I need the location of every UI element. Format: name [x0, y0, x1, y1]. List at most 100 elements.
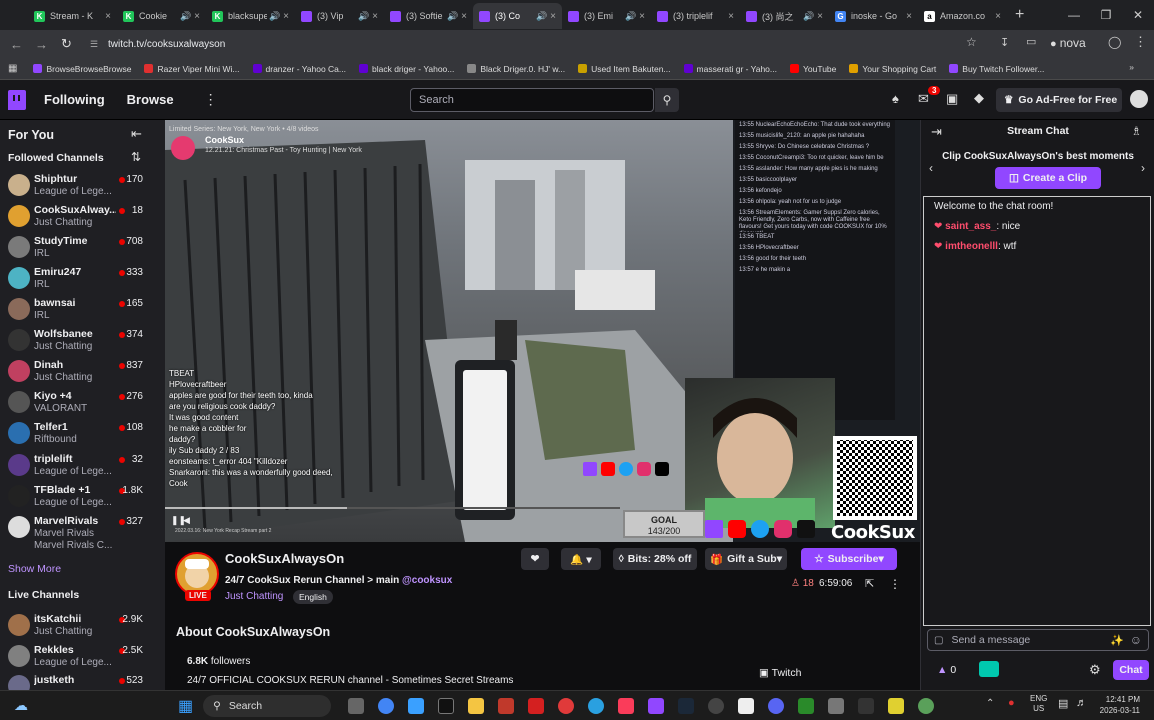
app-white-icon[interactable]: [738, 697, 755, 714]
followed-channel-item[interactable]: StudyTime IRL 708: [0, 232, 165, 263]
share-icon[interactable]: ⇱: [865, 577, 874, 590]
network-icon[interactable]: ▤: [1058, 697, 1068, 710]
subscribe-button[interactable]: ☆ Subscribe ▾: [801, 548, 897, 570]
followed-channel-item[interactable]: triplelift League of Lege... 32: [0, 450, 165, 481]
tab-audio-icon[interactable]: 🔊: [625, 11, 636, 22]
category-link[interactable]: Just Chatting: [225, 591, 283, 602]
followed-channel-item[interactable]: Telfer1 Riftbound 108: [0, 418, 165, 449]
tab-close-icon[interactable]: ×: [906, 11, 912, 22]
followed-channel-item[interactable]: TFBlade +1 League of Lege... 1.8K: [0, 481, 165, 512]
app-red-icon[interactable]: [498, 697, 515, 714]
music-icon[interactable]: [618, 697, 635, 714]
browser-tab[interactable]: (3) Vip 🔊 ×: [295, 3, 384, 29]
tab-audio-icon[interactable]: 🔊: [536, 11, 547, 22]
chat-settings-icon[interactable]: ▢: [934, 635, 943, 646]
app-green2-icon[interactable]: [918, 697, 935, 714]
app-red2-icon[interactable]: [528, 697, 545, 714]
browser-tab[interactable]: a Amazon.co ×: [918, 3, 1007, 29]
profile-button[interactable]: ● nova: [1050, 36, 1086, 50]
followed-channel-item[interactable]: Dinah Just Chatting 837: [0, 356, 165, 387]
epic-icon[interactable]: [438, 697, 455, 714]
sort-icon[interactable]: ⇅: [131, 150, 141, 164]
gift-sub-button[interactable]: 🎁 Gift a Sub ▾: [705, 548, 787, 570]
steam-icon[interactable]: [678, 697, 695, 714]
bookmarks-overflow-icon[interactable]: »: [1129, 62, 1134, 72]
bookmark-item[interactable]: black driger - Yahoo...: [359, 64, 454, 74]
tab-close-icon[interactable]: ×: [995, 11, 1001, 22]
app-dark-icon[interactable]: [858, 697, 875, 714]
followed-channel-item[interactable]: Shiphtur League of Lege... 170: [0, 170, 165, 201]
app-gray2-icon[interactable]: [828, 697, 845, 714]
bookmark-item[interactable]: BrowseBrowseBrowse: [33, 64, 131, 74]
forward-icon[interactable]: →: [29, 37, 54, 52]
more-options-icon[interactable]: ⋮: [204, 91, 218, 108]
gift-bits-icon[interactable]: [979, 661, 999, 677]
start-menu-icon[interactable]: ▦: [178, 696, 193, 716]
volume-icon[interactable]: ♬: [1076, 697, 1087, 709]
back-icon[interactable]: ←: [4, 37, 29, 52]
tray-mic-icon[interactable]: ●: [1008, 697, 1015, 709]
browser-tab[interactable]: K Stream - K ×: [28, 3, 117, 29]
chat-input[interactable]: ▢ Send a message ✨ ☺: [927, 629, 1149, 651]
channel-name[interactable]: CookSuxAlwaysOn: [225, 551, 344, 566]
extensions-icon[interactable]: ▭: [1026, 35, 1036, 48]
nav-following[interactable]: Following: [44, 92, 105, 107]
community-icon[interactable]: ♗: [1131, 124, 1142, 138]
twitch-logo-icon[interactable]: [8, 89, 26, 110]
url-field[interactable]: ☰ twitch.tv/cooksuxalwayson: [88, 33, 968, 55]
prev-arrow-icon[interactable]: ‹: [929, 161, 933, 175]
followed-channel-item[interactable]: Wolfsbanee Just Chatting 374: [0, 325, 165, 356]
task-view-icon[interactable]: [348, 697, 365, 714]
live-channel-item[interactable]: itsKatchii Just Chatting 2.9K: [0, 610, 165, 641]
browser-tab[interactable]: Ginoske - Go ×: [829, 3, 918, 29]
browser-tab[interactable]: K Cookie 🔊 ×: [117, 3, 206, 29]
tab-close-icon[interactable]: ×: [817, 11, 823, 22]
bookmark-item[interactable]: Your Shopping Cart: [849, 64, 936, 74]
bits-button[interactable]: ◊ Bits: 28% off: [613, 548, 697, 570]
whispers-icon[interactable]: ▣: [946, 91, 958, 107]
taskbar-search[interactable]: ⚲ Search: [203, 694, 332, 717]
notifications-bell-icon[interactable]: 🔔 ▾: [561, 548, 601, 570]
ad-free-button[interactable]: ♛ Go Ad-Free for Free: [996, 88, 1122, 112]
new-tab-button[interactable]: +: [1015, 6, 1024, 24]
app-red3-icon[interactable]: [558, 697, 575, 714]
followed-channel-item[interactable]: Emiru247 IRL 333: [0, 263, 165, 294]
tab-close-icon[interactable]: ×: [550, 11, 556, 22]
inbox-icon[interactable]: ✉: [918, 91, 929, 107]
app-green-icon[interactable]: [798, 697, 815, 714]
browser-tab[interactable]: (3) Emi 🔊 ×: [562, 3, 651, 29]
bookmark-item[interactable]: Black Driger.0. HJ' w...: [467, 64, 565, 74]
user-avatar[interactable]: [1130, 90, 1148, 108]
download-icon[interactable]: ↧: [1000, 36, 1009, 49]
bookmark-item[interactable]: dranzer - Yahoo Ca...: [252, 64, 346, 74]
app-gray-icon[interactable]: [708, 697, 725, 714]
apps-grid-icon[interactable]: ▦: [8, 63, 17, 74]
bits-icon[interactable]: ◆: [974, 90, 984, 106]
video-player[interactable]: Limited Series: New York, New York • 4/8…: [165, 120, 920, 542]
collapse-sidebar-icon[interactable]: ⇤: [131, 126, 142, 142]
language-tag[interactable]: English: [293, 590, 333, 604]
browser-tab[interactable]: (3) Co 🔊 ×: [473, 3, 562, 29]
browser-tab[interactable]: Kblacksupe 🔊 ×: [206, 3, 295, 29]
mention-link[interactable]: @cooksux: [402, 575, 452, 586]
twitch-panel-link[interactable]: ▣ Twitch: [759, 667, 801, 679]
followed-channel-item[interactable]: bawnsai IRL 165: [0, 294, 165, 325]
chrome-icon[interactable]: [378, 697, 395, 714]
bookmark-star-icon[interactable]: ☆: [966, 35, 977, 49]
tab-audio-icon[interactable]: 🔊: [447, 11, 458, 22]
vod-progress-bar[interactable]: [165, 507, 620, 509]
close-window-icon[interactable]: ✕: [1122, 8, 1154, 22]
more-actions-icon[interactable]: ⋮: [889, 577, 901, 591]
bookmark-item[interactable]: Used Item Bakuten...: [578, 64, 671, 74]
weather-icon[interactable]: ☁: [14, 697, 28, 714]
followed-channel-item[interactable]: CookSuxAlway... Just Chatting 18: [0, 201, 165, 232]
vod-volume-icon[interactable]: ◀: [183, 515, 190, 526]
browser-tab[interactable]: (3) triplelif ×: [651, 3, 740, 29]
tab-close-icon[interactable]: ×: [372, 11, 378, 22]
discord-icon[interactable]: [768, 697, 785, 714]
next-arrow-icon[interactable]: ›: [1141, 161, 1145, 175]
reload-icon[interactable]: ↻: [54, 36, 79, 52]
search-icon[interactable]: ⚲: [655, 88, 679, 112]
restore-icon[interactable]: ❐: [1090, 8, 1122, 22]
tab-close-icon[interactable]: ×: [283, 11, 289, 22]
